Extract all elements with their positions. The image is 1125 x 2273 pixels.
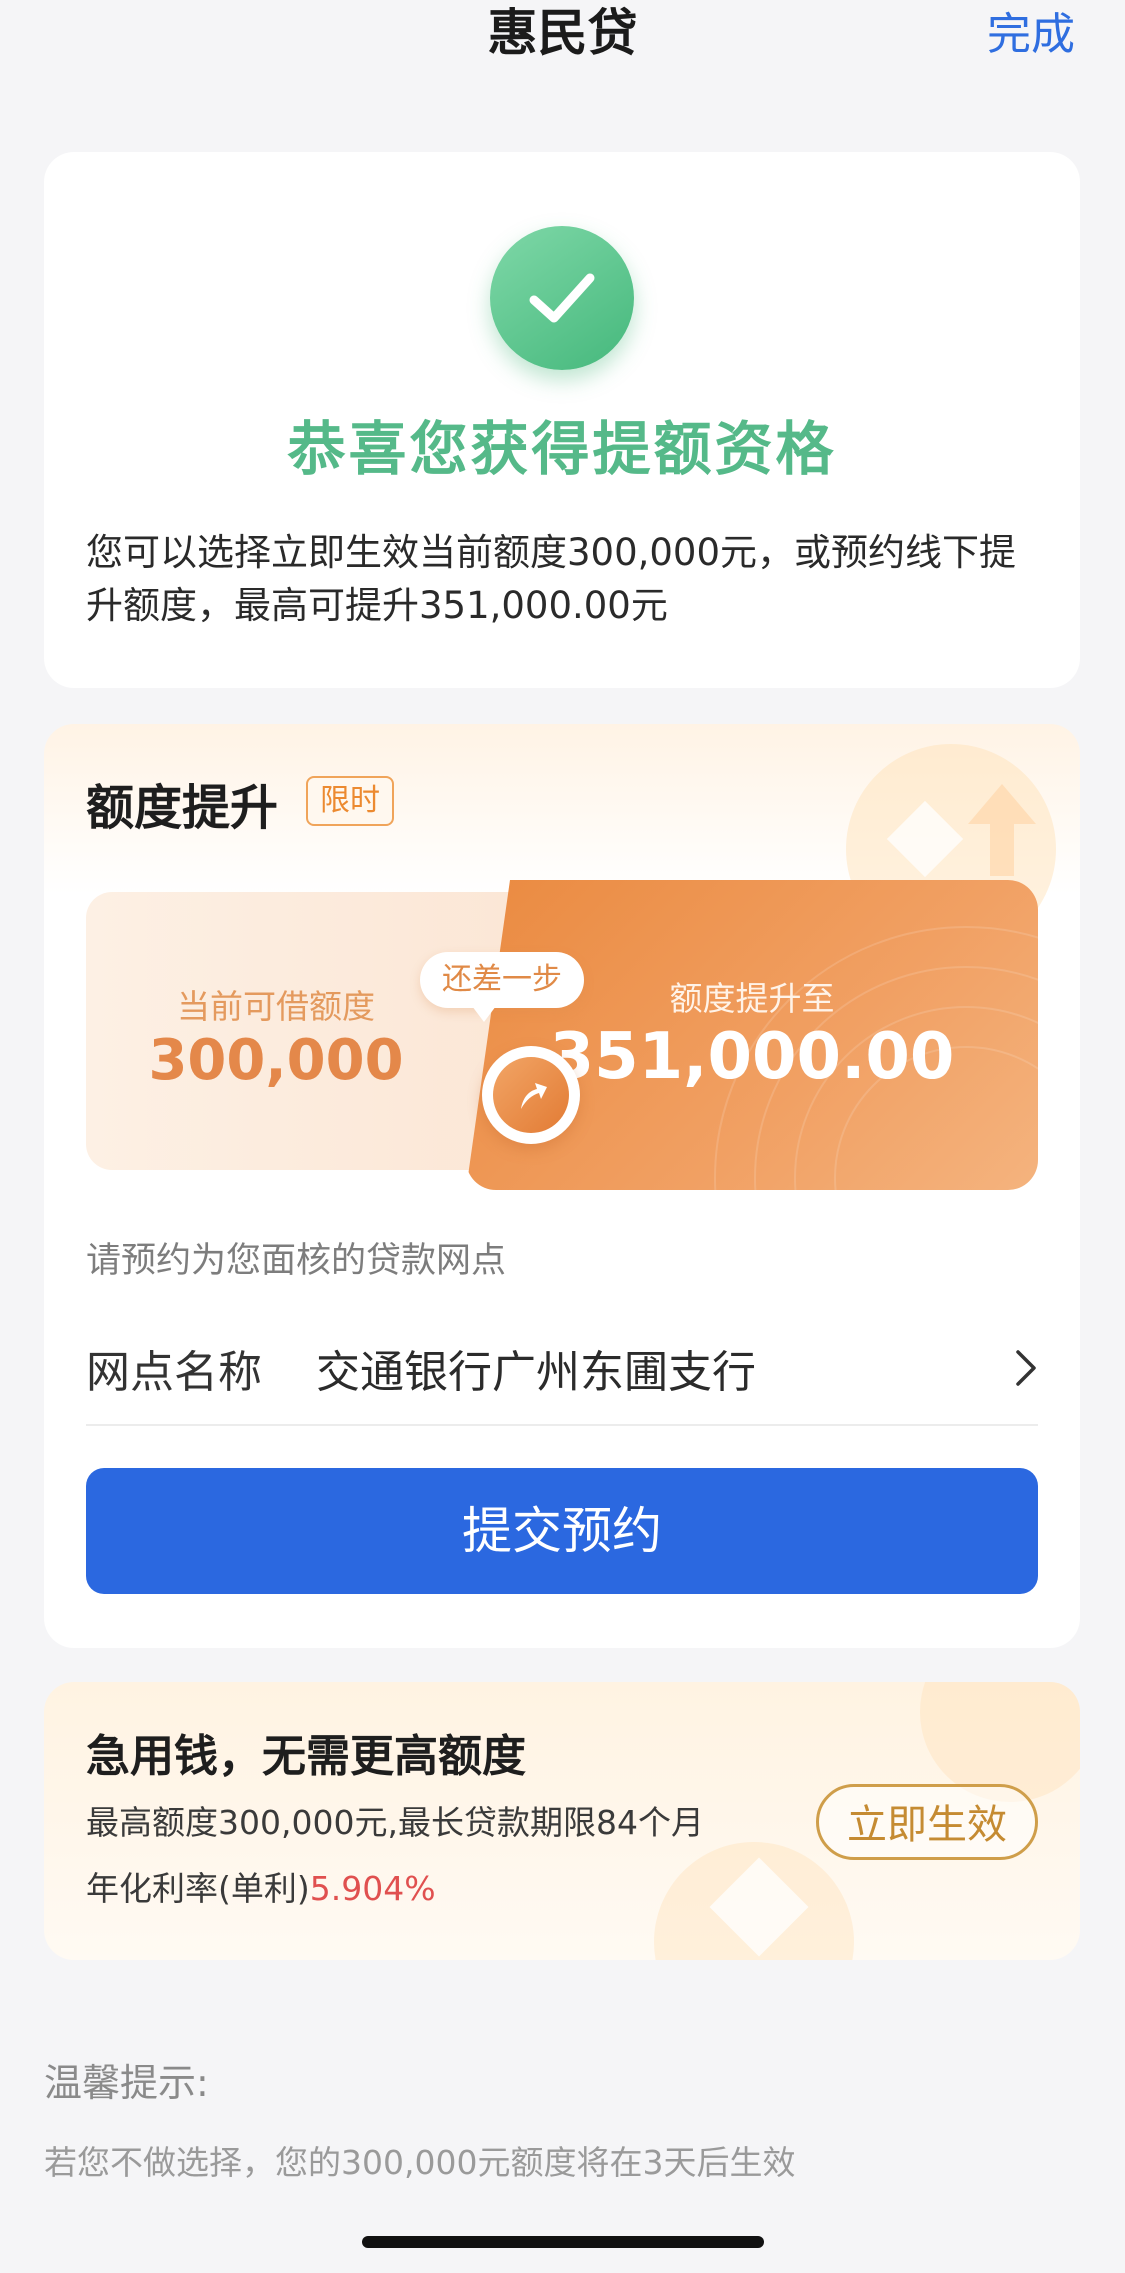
current-limit-label: 当前可借额度 — [177, 987, 375, 1026]
tips-text: 若您不做选择，您的300,000元额度将在3天后生效 — [44, 2143, 796, 2182]
success-check-icon — [490, 226, 634, 370]
limited-time-badge: 限时 — [306, 776, 394, 826]
success-description: 您可以选择立即生效当前额度300,000元，或预约线下提升额度，最高可提升351… — [86, 531, 1017, 627]
step-pill: 还差一步 — [420, 952, 584, 1022]
current-limit-value: 300,000 — [148, 1028, 404, 1093]
decor-up-arrow-icon — [968, 784, 1036, 824]
limit-compare-panel: 当前可借额度 300,000 额度提升至 351,000.00 还差一步 — [86, 880, 1038, 1190]
activate-now-button[interactable]: 立即生效 — [816, 1784, 1038, 1860]
quick-limit-info: 最高额度300,000元,最长贷款期限84个月 — [86, 1803, 704, 1842]
limit-upgrade-card: 额度提升 限时 当前可借额度 300,000 额度提升至 351,000.00 … — [44, 724, 1080, 1648]
section-title: 额度提升 — [86, 780, 279, 836]
branch-hint: 请预约为您面核的贷款网点 — [86, 1241, 507, 1281]
upgrade-arrow-icon — [482, 1046, 580, 1144]
home-indicator[interactable] — [362, 2236, 764, 2248]
success-card: 恭喜您获得提额资格 您可以选择立即生效当前额度300,000元，或预约线下提升额… — [44, 152, 1080, 688]
arrow-up-right-icon — [493, 1057, 569, 1133]
done-button[interactable]: 完成 — [987, 4, 1075, 66]
rate-value: 5.904% — [309, 1869, 436, 1908]
quick-title: 急用钱，无需更高额度 — [86, 1731, 526, 1782]
branch-label: 网点名称 — [86, 1347, 262, 1398]
quick-activate-card: 急用钱，无需更高额度 最高额度300,000元,最长贷款期限84个月 年化利率(… — [44, 1682, 1080, 1960]
decor-up-arrow-stem — [990, 824, 1014, 876]
rate-label: 年化利率(单利) — [86, 1869, 310, 1908]
quick-rate-info: 年化利率(单利)5.904% — [86, 1862, 436, 1910]
branch-selector[interactable]: 网点名称 交通银行广州东圃支行 — [86, 1304, 1038, 1426]
submit-appointment-button[interactable]: 提交预约 — [86, 1468, 1038, 1594]
success-title: 恭喜您获得提额资格 — [287, 415, 837, 483]
chevron-right-icon — [1016, 1350, 1036, 1386]
tips-title: 温馨提示: — [44, 2061, 209, 2105]
page-title: 惠民贷 — [487, 4, 638, 62]
branch-value: 交通银行广州东圃支行 — [316, 1347, 756, 1398]
